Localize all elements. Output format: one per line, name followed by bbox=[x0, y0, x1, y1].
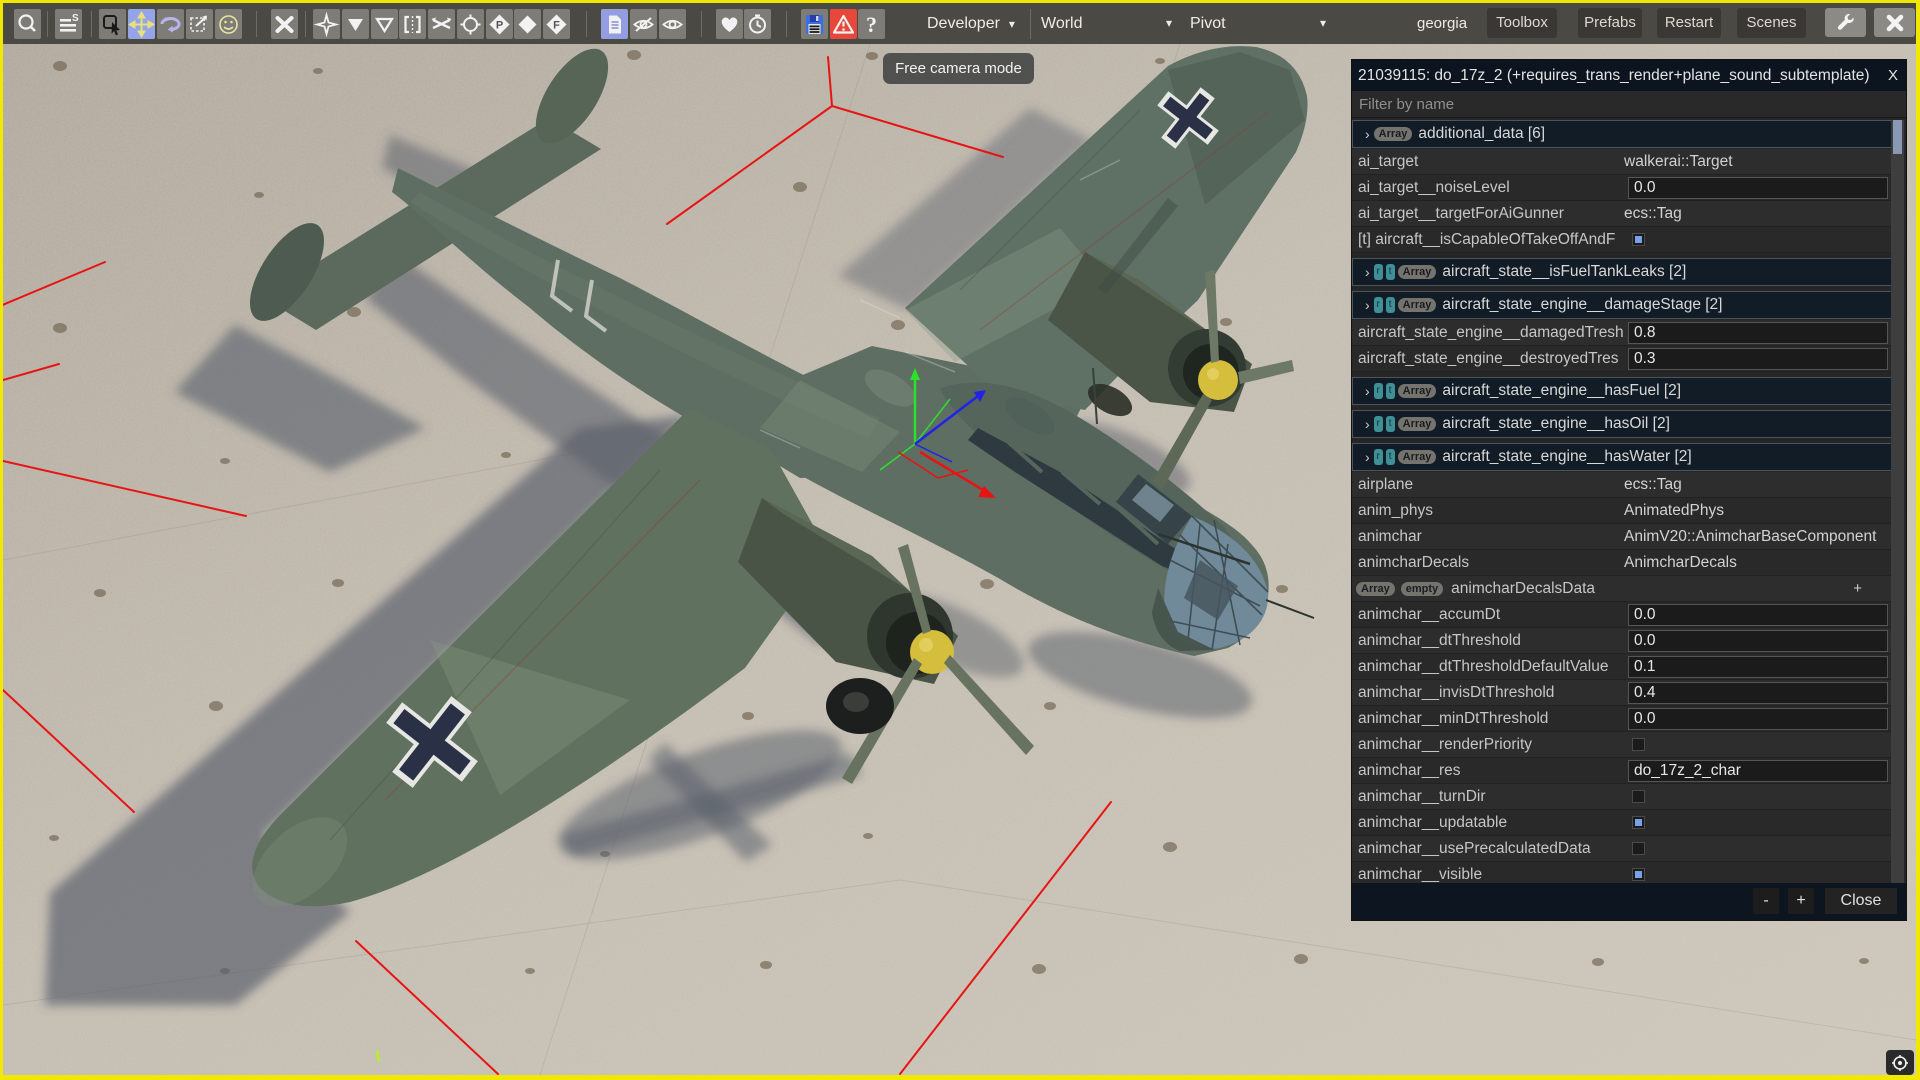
svg-text:?: ? bbox=[866, 12, 877, 37]
svg-text:S: S bbox=[72, 13, 79, 24]
svg-text:P: P bbox=[496, 19, 503, 31]
svg-text:F: F bbox=[553, 19, 560, 31]
